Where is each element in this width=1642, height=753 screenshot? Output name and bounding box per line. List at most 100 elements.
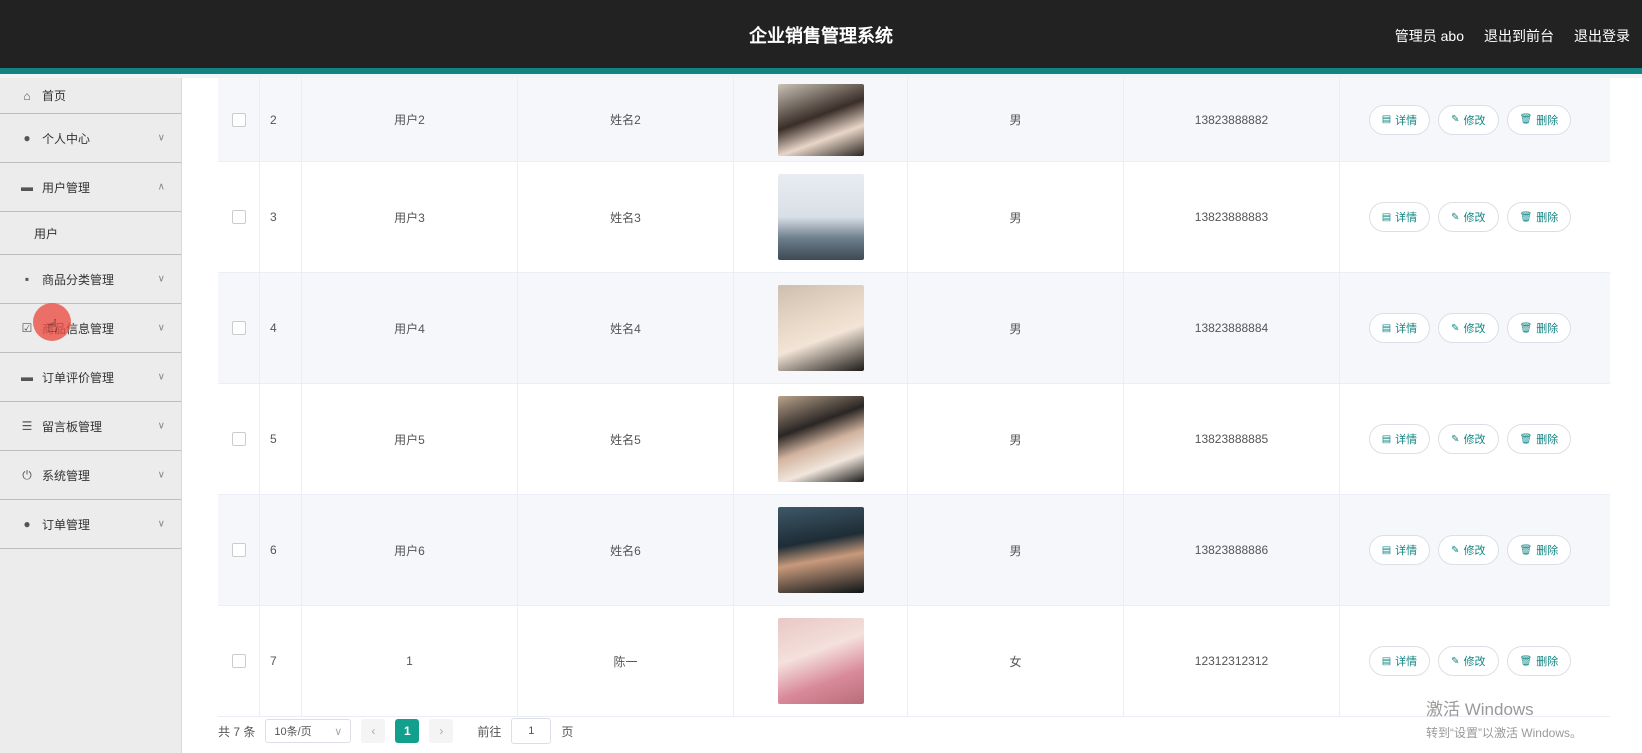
category-icon: ▪: [24, 272, 30, 286]
sidebar-item-label: 商品分类管理: [42, 272, 115, 287]
sidebar-item-message-board[interactable]: ☰ 留言板管理 ∨: [0, 402, 181, 451]
sidebar-subitem-user[interactable]: 用户: [0, 212, 181, 255]
sidebar-item-label: 订单评价管理: [42, 370, 115, 385]
edit-button[interactable]: ✎ 修改: [1438, 646, 1499, 676]
edit-button[interactable]: ✎ 修改: [1438, 202, 1499, 232]
chevron-down-icon: ∨: [157, 469, 165, 481]
header-actions: 管理员 abo 退出到前台 退出登录: [1395, 26, 1630, 46]
phone-cell: 13823888882: [1124, 78, 1340, 161]
avatar: [777, 83, 864, 156]
gender-cell: 男: [908, 78, 1124, 161]
detail-button[interactable]: ▤ 详情: [1368, 104, 1431, 135]
detail-button[interactable]: ▤ 详情: [1368, 424, 1431, 454]
sidebar-item-order-review-management[interactable]: ▬ 订单评价管理 ∨: [0, 353, 181, 402]
sidebar-item-user-management[interactable]: ▬ 用户管理 ∧: [0, 163, 181, 212]
edit-button[interactable]: ✎ 修改: [1438, 104, 1499, 135]
edit-button[interactable]: ✎ 修改: [1438, 313, 1499, 343]
pencil-icon: ✎: [1451, 322, 1460, 334]
name-cell: 姓名5: [518, 384, 734, 494]
table-row: 2 用户2 姓名2 男 13823888882 ▤ 详情 ✎ 修改 🗑 删除: [218, 78, 1610, 162]
document-icon: ▤: [1381, 211, 1392, 223]
goto-page-input[interactable]: 1: [511, 718, 552, 744]
pencil-icon: ✎: [1451, 211, 1460, 223]
row-index: 5: [260, 384, 302, 494]
pagination: 共 7 条 10条/页 ∨ ‹ 1 › 前往 1 页: [218, 716, 573, 746]
sidebar-item-category-management[interactable]: ▪ 商品分类管理 ∨: [0, 255, 181, 304]
user-icon: ●: [23, 517, 31, 531]
sidebar: ⌂ 首页 ● 个人中心 ∨ ▬ 用户管理 ∧ 用户 ▪ 商品分类管理 ∨ ☑ 商…: [0, 78, 182, 753]
chevron-down-icon: ∨: [157, 322, 165, 334]
phone-cell: 13823888883: [1124, 162, 1340, 272]
avatar: [777, 285, 864, 371]
sidebar-item-order-management[interactable]: ● 订单管理 ∨: [0, 500, 181, 549]
page-size-select[interactable]: 10条/页 ∨: [265, 719, 352, 743]
pencil-icon: ✎: [1451, 433, 1460, 445]
trash-icon: 🗑: [1519, 433, 1533, 445]
row-checkbox[interactable]: [231, 432, 246, 446]
gender-cell: 男: [908, 162, 1124, 272]
total-count: 共 7 条: [218, 724, 256, 739]
logout-link[interactable]: 退出登录: [1574, 26, 1630, 46]
clipboard-icon: ☑: [21, 321, 33, 335]
chevron-down-icon: ∨: [334, 725, 343, 738]
next-page-button[interactable]: ›: [429, 719, 454, 743]
row-checkbox[interactable]: [231, 112, 246, 127]
sidebar-item-label: 留言板管理: [42, 419, 103, 434]
name-cell: 姓名6: [518, 495, 734, 605]
avatar: [777, 618, 864, 704]
username-cell: 用户6: [302, 495, 518, 605]
sidebar-item-system-management[interactable]: ⏻ 系统管理 ∨: [0, 451, 181, 500]
user-table: 2 用户2 姓名2 男 13823888882 ▤ 详情 ✎ 修改 🗑 删除 3 用户…: [218, 78, 1610, 717]
top-header: 企业销售管理系统 管理员 abo 退出到前台 退出登录: [0, 0, 1642, 74]
row-checkbox[interactable]: [231, 210, 246, 224]
document-icon: ▤: [1381, 544, 1392, 556]
chevron-down-icon: ∨: [157, 371, 165, 383]
exit-to-front-link[interactable]: 退出到前台: [1484, 26, 1554, 46]
prev-page-button[interactable]: ‹: [361, 719, 386, 743]
sidebar-item-label: 用户管理: [42, 180, 91, 195]
username-cell: 用户2: [302, 78, 518, 161]
sidebar-item-home[interactable]: ⌂ 首页: [0, 78, 181, 114]
trash-icon: 🗑: [1519, 114, 1533, 125]
sidebar-item-product-management[interactable]: ☑ 商品信息管理 ∨: [0, 304, 181, 353]
delete-button[interactable]: 🗑 删除: [1506, 104, 1572, 135]
admin-label: 管理员 abo: [1394, 28, 1464, 44]
chevron-down-icon: ∨: [157, 273, 165, 285]
sidebar-item-label: 首页: [42, 89, 67, 103]
row-checkbox[interactable]: [231, 321, 246, 335]
row-checkbox[interactable]: [231, 543, 246, 557]
name-cell: 姓名2: [518, 78, 734, 161]
chevron-down-icon: ∨: [157, 132, 165, 144]
edit-button[interactable]: ✎ 修改: [1438, 535, 1499, 565]
document-icon: ▤: [1381, 322, 1392, 334]
delete-button[interactable]: 🗑 删除: [1506, 202, 1572, 232]
row-index: 7: [260, 606, 302, 716]
delete-button[interactable]: 🗑 删除: [1506, 646, 1572, 676]
hand-cursor-icon: ☝: [47, 316, 58, 336]
avatar: [777, 507, 864, 593]
detail-button[interactable]: ▤ 详情: [1368, 202, 1431, 232]
detail-button[interactable]: ▤ 详情: [1368, 313, 1431, 343]
edit-button[interactable]: ✎ 修改: [1438, 424, 1499, 454]
trash-icon: 🗑: [1519, 544, 1533, 556]
table-row: 5 用户5 姓名5 男 13823888885 ▤ 详情 ✎ 修改 🗑 删除: [218, 384, 1610, 495]
power-icon: ⏻: [22, 467, 32, 482]
delete-button[interactable]: 🗑 删除: [1506, 313, 1572, 343]
username-cell: 用户3: [302, 162, 518, 272]
goto-suffix: 页: [561, 724, 574, 739]
name-cell: 姓名4: [518, 273, 734, 383]
page-1-button[interactable]: 1: [395, 719, 420, 743]
delete-button[interactable]: 🗑 删除: [1506, 424, 1572, 454]
delete-button[interactable]: 🗑 删除: [1506, 535, 1572, 565]
row-index: 2: [260, 78, 302, 161]
avatar: [777, 396, 864, 482]
document-icon: ▤: [1381, 433, 1392, 445]
sidebar-item-label: 系统管理: [42, 468, 91, 483]
sliders-icon: ☰: [21, 419, 33, 433]
table-row: 3 用户3 姓名3 男 13823888883 ▤ 详情 ✎ 修改 🗑 删除: [218, 162, 1610, 273]
row-index: 3: [260, 162, 302, 272]
row-checkbox[interactable]: [231, 654, 246, 668]
sidebar-item-personal-center[interactable]: ● 个人中心 ∨: [0, 114, 181, 163]
detail-button[interactable]: ▤ 详情: [1368, 535, 1431, 565]
detail-button[interactable]: ▤ 详情: [1368, 646, 1431, 676]
